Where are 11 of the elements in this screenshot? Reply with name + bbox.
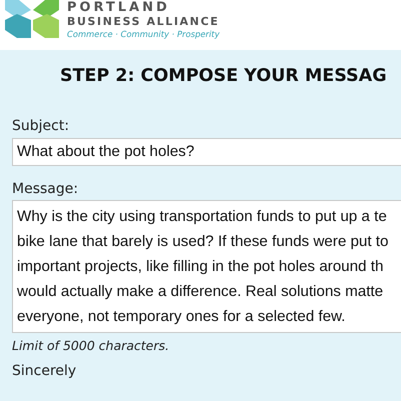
- tagline: Commerce · Community · Prosperity: [67, 28, 220, 42]
- message-field[interactable]: Why is the city using transportation funds to put up a te bike lane that barely is used? If these funds were put to important projects, like filling in the pot holes around th would actually make a difference. Real solutions matte everyone, not temporary ones for a selected few.: [12, 200, 401, 333]
- subject-label: Subject:: [12, 117, 70, 136]
- step-heading: STEP 2: COMPOSE YOUR MESSAG: [60, 66, 387, 87]
- logo-name: PORTLAND: [67, 1, 171, 16]
- logo-icon: [5, 0, 59, 38]
- subject-field[interactable]: What about the pot holes?: [12, 138, 401, 166]
- closing-text: Sincerely: [12, 362, 76, 381]
- character-limit-note: Limit of 5000 characters.: [12, 337, 170, 355]
- message-label: Message:: [12, 180, 78, 199]
- logo-subtitle: BUSINESS ALLIANCE: [67, 15, 220, 28]
